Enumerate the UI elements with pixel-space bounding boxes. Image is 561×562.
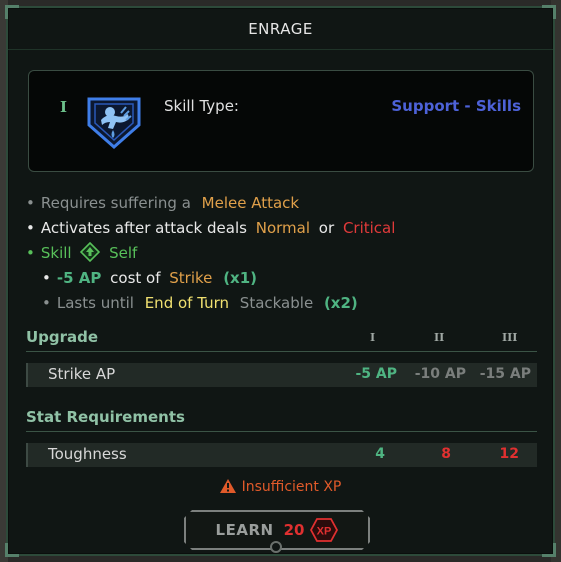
upgrade-row-strike-ap: Strike AP -5 AP -10 AP -15 AP — [26, 363, 537, 387]
requirement-row-toughness: Toughness 4 8 12 — [26, 443, 537, 467]
stat-requirements-heading: Stat Requirements — [26, 408, 185, 426]
effect-text: Activates after attack deals — [40, 219, 247, 237]
strike-keyword: Strike — [169, 269, 213, 287]
end-of-turn-keyword: End of Turn — [144, 294, 230, 312]
learn-label: LEARN — [215, 521, 274, 539]
level-2-label: II — [434, 331, 445, 344]
melee-attack-keyword: Melee Attack — [201, 194, 300, 212]
upgrade-value-level-3: -15 AP — [479, 366, 531, 382]
skill-keyword: Skill — [40, 244, 72, 262]
warning-icon — [219, 479, 236, 493]
warning-text: Insufficient XP — [241, 479, 342, 495]
self-keyword: Self — [109, 244, 138, 262]
multiplier: (x2) — [323, 294, 358, 312]
learn-cost: 20 — [283, 521, 305, 539]
requirement-value-level-3: 12 — [499, 446, 519, 462]
effect-text: or — [318, 219, 335, 237]
xp-icon-text: XP — [317, 526, 332, 538]
effect-target: • Skill Self — [26, 242, 138, 262]
stackable-keyword: Stackable — [239, 294, 314, 312]
effect-requirement: • Requires suffering a Melee Attack — [26, 194, 300, 212]
skill-header: I Skill Type: Support - Skills — [28, 70, 534, 172]
skill-type-value: Support - Skills — [391, 97, 521, 115]
level-1-label: I — [370, 331, 376, 344]
ap-amount: -5 AP — [56, 269, 102, 287]
skill-tooltip-panel: ENRAGE I Skill Type: Support - Skills • R… — [5, 5, 556, 557]
upgrade-header: Upgrade I II III — [26, 328, 537, 352]
effect-duration: • Lasts until End of Turn Stackable (x2) — [42, 294, 358, 312]
xp-icon: XP — [310, 518, 338, 542]
skill-rank: I — [60, 98, 68, 116]
effect-text: Lasts until — [56, 294, 134, 312]
level-3-label: III — [502, 331, 518, 344]
requirement-value-level-1: 4 — [375, 446, 385, 462]
critical-keyword: Critical — [342, 219, 396, 237]
self-target-icon — [80, 242, 101, 262]
requirement-value-level-2: 8 — [441, 446, 451, 462]
effect-ap-cost: • -5 AP cost of Strike (x1) — [42, 269, 258, 287]
effect-trigger: • Activates after attack deals Normal or … — [26, 219, 396, 237]
corner-ornament — [5, 543, 19, 557]
upgrade-value-level-2: -10 AP — [414, 366, 466, 382]
upgrade-value-level-1: -5 AP — [355, 366, 397, 382]
insufficient-xp-warning: Insufficient XP — [8, 479, 553, 495]
enrage-skill-icon — [87, 97, 141, 149]
tooltip-anchor-knob — [270, 541, 282, 553]
upgrade-heading: Upgrade — [26, 328, 99, 346]
normal-keyword: Normal — [255, 219, 311, 237]
effect-text: Requires suffering a — [40, 194, 191, 212]
stat-requirements-header: Stat Requirements — [26, 408, 537, 432]
skill-title: ENRAGE — [8, 8, 553, 50]
requirement-name: Toughness — [48, 445, 127, 463]
skill-type-label: Skill Type: — [164, 97, 239, 115]
multiplier: (x1) — [223, 269, 258, 287]
corner-ornament — [542, 543, 556, 557]
upgrade-name: Strike AP — [48, 365, 116, 383]
effect-text: cost of — [110, 269, 161, 287]
